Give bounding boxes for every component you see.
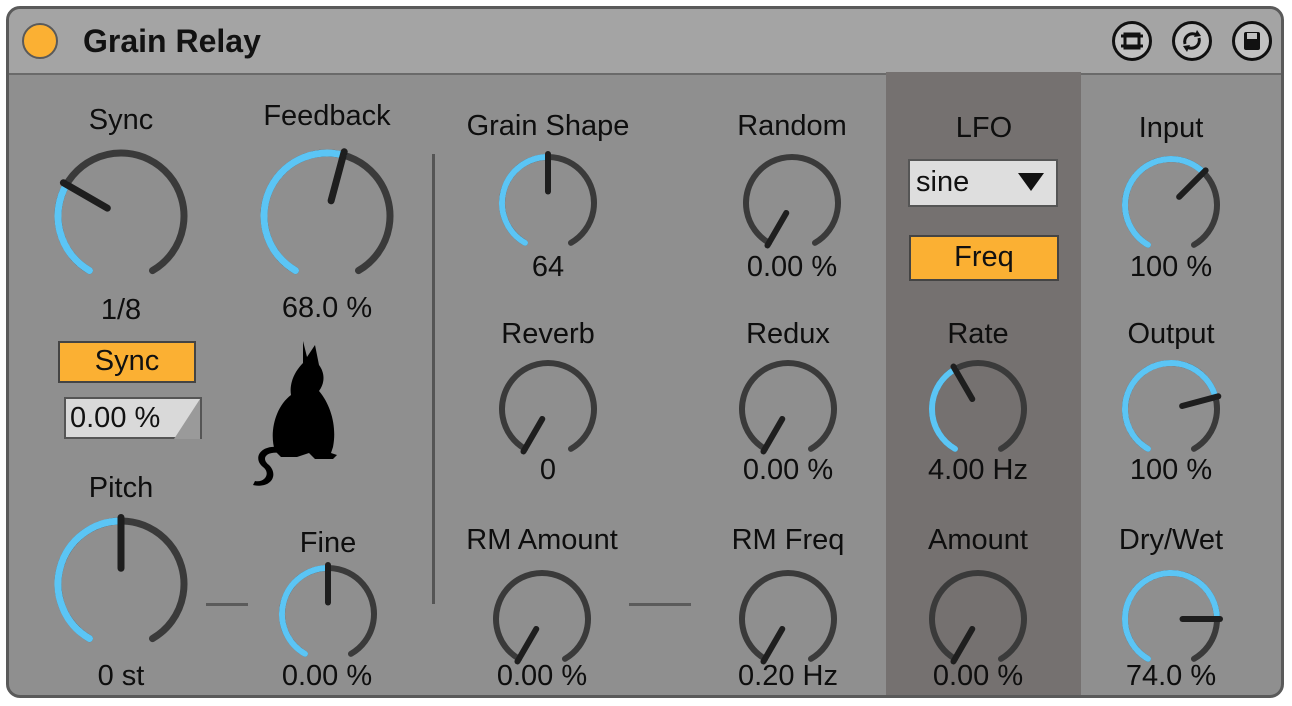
pitch-knob-value: 0 st [97, 660, 145, 692]
knob-track [739, 570, 837, 662]
section-divider [432, 154, 435, 604]
knob-value-arc [1122, 570, 1220, 662]
knob-track [739, 360, 837, 452]
knob-needle [760, 415, 786, 455]
rm-link [629, 603, 691, 606]
knob-needle [1179, 393, 1222, 410]
pitch-knob[interactable] [51, 514, 191, 654]
save-icon[interactable] [1232, 21, 1272, 61]
sync-offset-value: 0.00 % [70, 402, 161, 434]
knob-track [499, 360, 597, 452]
rm-amount-knob-value: 0.00 % [496, 660, 588, 692]
knob-value-arc [279, 565, 331, 657]
knob-value-arc [929, 366, 958, 452]
redux-knob-value: 0.00 % [742, 454, 834, 486]
lfo-label: LFO [955, 112, 1013, 144]
random-knob-label: Random [737, 110, 847, 142]
device-power-toggle[interactable] [22, 23, 58, 59]
sync-knob[interactable] [51, 146, 191, 286]
amount-knob[interactable] [926, 567, 1030, 671]
redux-knob[interactable] [736, 357, 840, 461]
lfo-freq-button[interactable]: Freq [909, 235, 1059, 281]
knob-value-arc [1122, 156, 1207, 248]
lfo-waveform-select[interactable]: sine [908, 159, 1058, 207]
device-title: Grain Relay [83, 23, 261, 59]
dry-wet-knob-label: Dry/Wet [1118, 524, 1224, 556]
sync-knob-label: Sync [88, 104, 154, 136]
rate-knob-label: Rate [947, 318, 1009, 350]
knob-needle [950, 363, 976, 403]
sync-knob-value: 1/8 [100, 294, 142, 326]
refresh-icon[interactable] [1172, 21, 1212, 61]
rm-freq-knob-label: RM Freq [731, 524, 845, 556]
reverb-knob-value: 0 [539, 454, 557, 486]
reverb-knob-label: Reverb [501, 318, 595, 350]
rm-freq-knob-value: 0.20 Hz [738, 660, 838, 692]
random-knob-value: 0.00 % [746, 251, 838, 283]
knob-track [743, 154, 841, 246]
output-knob[interactable] [1119, 357, 1223, 461]
grain-shape-knob-value: 64 [531, 251, 565, 283]
reverb-knob[interactable] [496, 357, 600, 461]
input-knob-value: 100 % [1129, 251, 1213, 283]
rate-knob[interactable] [926, 357, 1030, 461]
sync-offset-field[interactable]: 0.00 % [64, 397, 202, 439]
knob-value-arc [499, 154, 551, 246]
feedback-knob[interactable] [257, 146, 397, 286]
fine-knob[interactable] [276, 562, 380, 666]
lfo-waveform-value: sine [916, 166, 970, 198]
fine-knob-label: Fine [299, 527, 357, 559]
numbox-triangle-icon [174, 399, 200, 439]
redux-knob-label: Redux [746, 318, 830, 350]
feedback-knob-value: 68.0 % [281, 292, 373, 324]
knob-needle [59, 179, 111, 212]
pitch-knob-label: Pitch [88, 472, 154, 504]
pitch-fine-link [206, 603, 248, 606]
knob-track [929, 570, 1027, 662]
knob-needle [950, 625, 976, 665]
knob-needle [520, 415, 546, 455]
knob-needle [327, 148, 348, 205]
amount-knob-label: Amount [928, 524, 1028, 556]
cat-silhouette-icon [253, 341, 337, 486]
amount-knob-value: 0.00 % [932, 660, 1024, 692]
dry-wet-knob[interactable] [1119, 567, 1223, 671]
knob-needle [514, 625, 540, 665]
chevron-down-icon [1018, 173, 1044, 191]
knob-track [54, 149, 188, 275]
knob-needle [764, 209, 790, 249]
sync-toggle-button[interactable]: Sync [58, 341, 196, 383]
knob-needle [760, 625, 786, 665]
feedback-knob-label: Feedback [263, 100, 391, 132]
rate-knob-value: 4.00 Hz [928, 454, 1028, 486]
input-knob-label: Input [1138, 112, 1204, 144]
fine-knob-value: 0.00 % [281, 660, 373, 692]
knob-track [493, 570, 591, 662]
grain-shape-knob-label: Grain Shape [466, 110, 630, 142]
grain-shape-knob[interactable] [496, 151, 600, 255]
output-knob-value: 100 % [1129, 454, 1213, 486]
device-panel: Grain Relay Sync 1/8 Sync 0.00 % Pitch 0… [6, 6, 1284, 698]
random-knob[interactable] [740, 151, 844, 255]
output-knob-label: Output [1127, 318, 1215, 350]
rm-freq-knob[interactable] [736, 567, 840, 671]
hot-swap-icon[interactable] [1112, 21, 1152, 61]
rm-amount-knob-label: RM Amount [466, 524, 618, 556]
rm-amount-knob[interactable] [490, 567, 594, 671]
knob-value-arc [260, 149, 347, 275]
knob-value-arc [54, 517, 125, 643]
knob-value-arc [1122, 360, 1219, 452]
dry-wet-knob-value: 74.0 % [1125, 660, 1217, 692]
knob-needle [1176, 167, 1209, 200]
input-knob[interactable] [1119, 153, 1223, 257]
title-bar: Grain Relay [9, 9, 1281, 75]
